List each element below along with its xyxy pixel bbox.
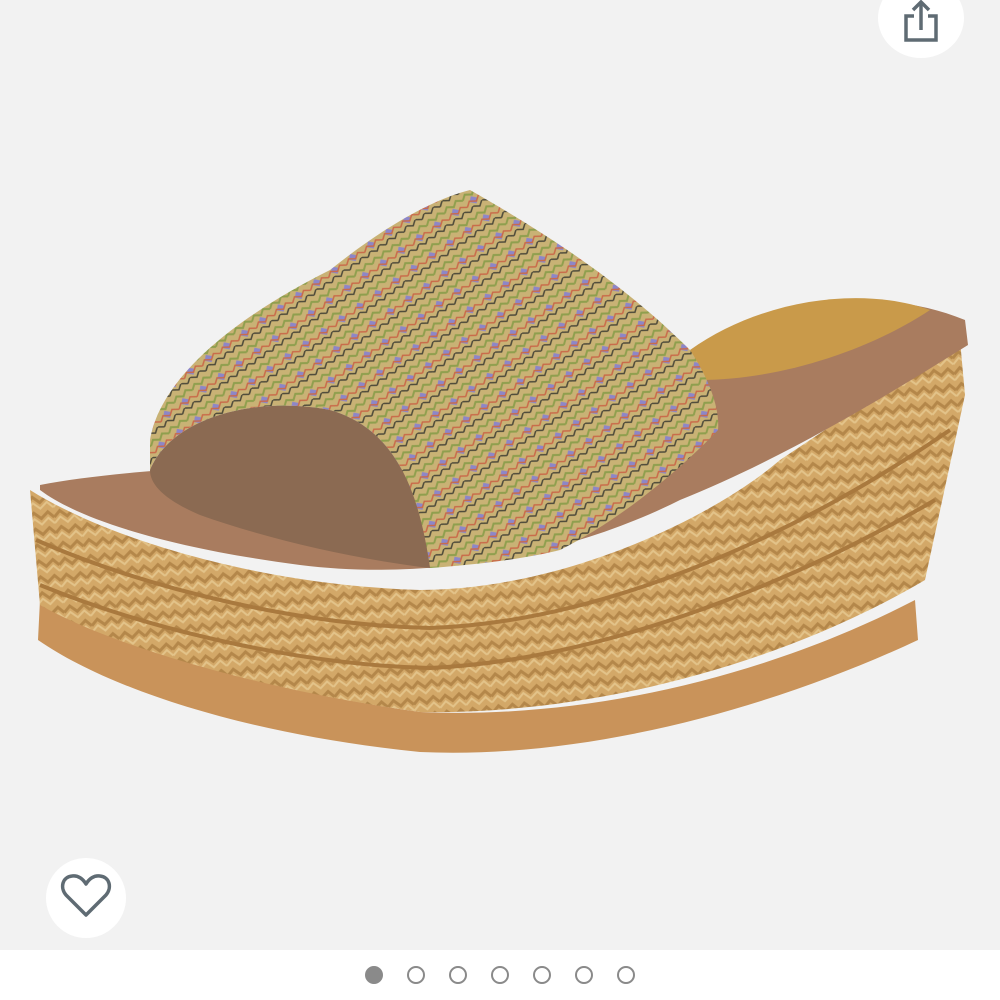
product-image-viewer[interactable] (0, 0, 1000, 950)
carousel-dot-6[interactable] (575, 966, 593, 984)
carousel-pagination (0, 950, 1000, 1000)
carousel-dot-2[interactable] (407, 966, 425, 984)
heart-outline-icon (60, 873, 112, 924)
wishlist-button[interactable] (46, 858, 126, 938)
carousel-dot-4[interactable] (491, 966, 509, 984)
product-image[interactable] (0, 0, 1000, 950)
carousel-dot-5[interactable] (533, 966, 551, 984)
share-icon (900, 0, 942, 49)
carousel-dot-7[interactable] (617, 966, 635, 984)
carousel-dot-1[interactable] (365, 966, 383, 984)
carousel-dot-3[interactable] (449, 966, 467, 984)
